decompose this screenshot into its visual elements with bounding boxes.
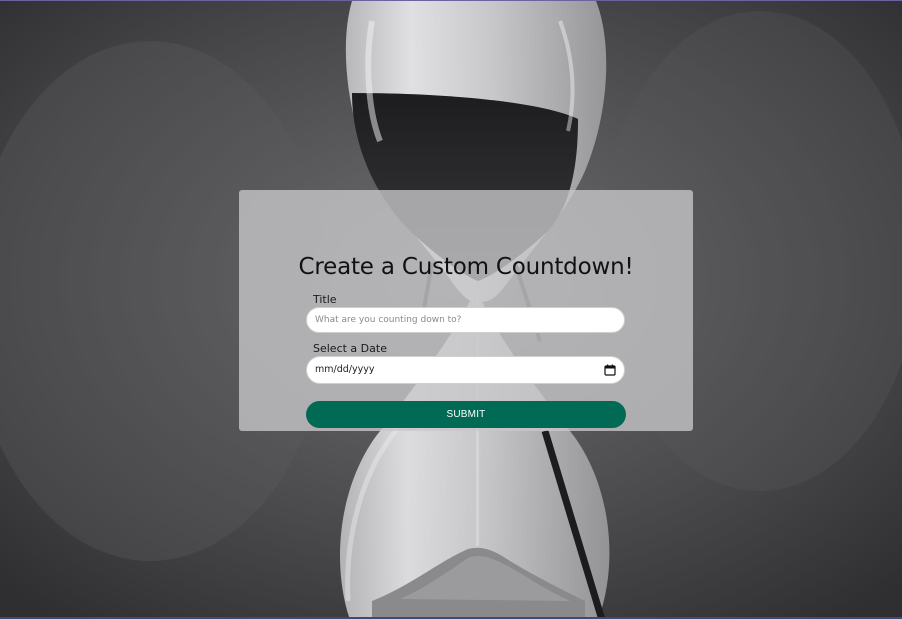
title-field-label: Title	[313, 293, 337, 306]
date-input-placeholder: mm/dd/yyyy	[315, 364, 375, 375]
countdown-page: Create a Custom Countdown! Title Select …	[0, 0, 902, 619]
countdown-form-card: Create a Custom Countdown! Title Select …	[239, 190, 693, 431]
date-field-label: Select a Date	[313, 342, 387, 355]
title-input[interactable]	[306, 307, 625, 333]
date-input[interactable]: mm/dd/yyyy	[306, 356, 625, 384]
calendar-icon[interactable]	[604, 364, 616, 376]
form-heading: Create a Custom Countdown!	[298, 254, 634, 280]
submit-button[interactable]: SUBMIT	[306, 401, 626, 428]
